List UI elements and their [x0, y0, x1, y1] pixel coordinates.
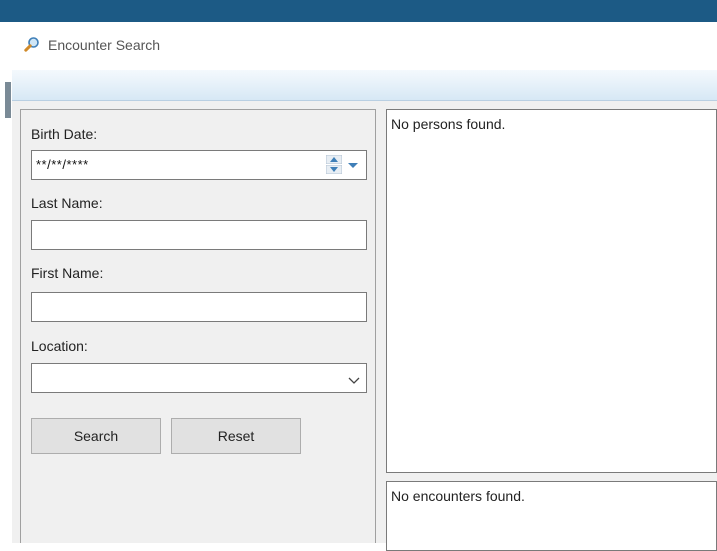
encounters-empty-message: No encounters found.	[391, 488, 525, 504]
location-label: Location:	[31, 338, 88, 354]
persons-empty-message: No persons found.	[391, 116, 506, 132]
last-name-label: Last Name:	[31, 195, 103, 211]
persons-results-list[interactable]: No persons found.	[386, 109, 717, 473]
birth-date-field[interactable]: **/**/****	[31, 150, 367, 180]
dialog-titlebar: Encounter Search	[12, 22, 717, 70]
date-spinner	[326, 155, 364, 175]
first-name-field[interactable]	[31, 292, 367, 322]
location-select[interactable]	[31, 363, 367, 393]
encounters-results-list[interactable]: No encounters found.	[386, 481, 717, 551]
birth-date-label: Birth Date:	[31, 126, 98, 142]
chevron-down-icon[interactable]	[348, 373, 360, 384]
calendar-dropdown-icon[interactable]	[346, 160, 360, 170]
dialog-content: Birth Date: **/**/**** Last Name: First …	[12, 101, 717, 551]
last-name-field[interactable]	[31, 220, 367, 250]
birth-date-value: **/**/****	[36, 157, 89, 172]
search-icon	[24, 36, 40, 52]
dialog-header-band	[12, 70, 717, 101]
search-button[interactable]: Search	[31, 418, 161, 454]
background-block	[5, 82, 11, 118]
app-top-bar	[0, 0, 717, 22]
spin-up-icon[interactable]	[326, 155, 342, 164]
first-name-label: First Name:	[31, 265, 104, 281]
dialog-title: Encounter Search	[48, 37, 161, 53]
search-criteria-panel: Birth Date: **/**/**** Last Name: First …	[20, 109, 376, 543]
spin-down-icon[interactable]	[326, 165, 342, 174]
reset-button[interactable]: Reset	[171, 418, 301, 454]
